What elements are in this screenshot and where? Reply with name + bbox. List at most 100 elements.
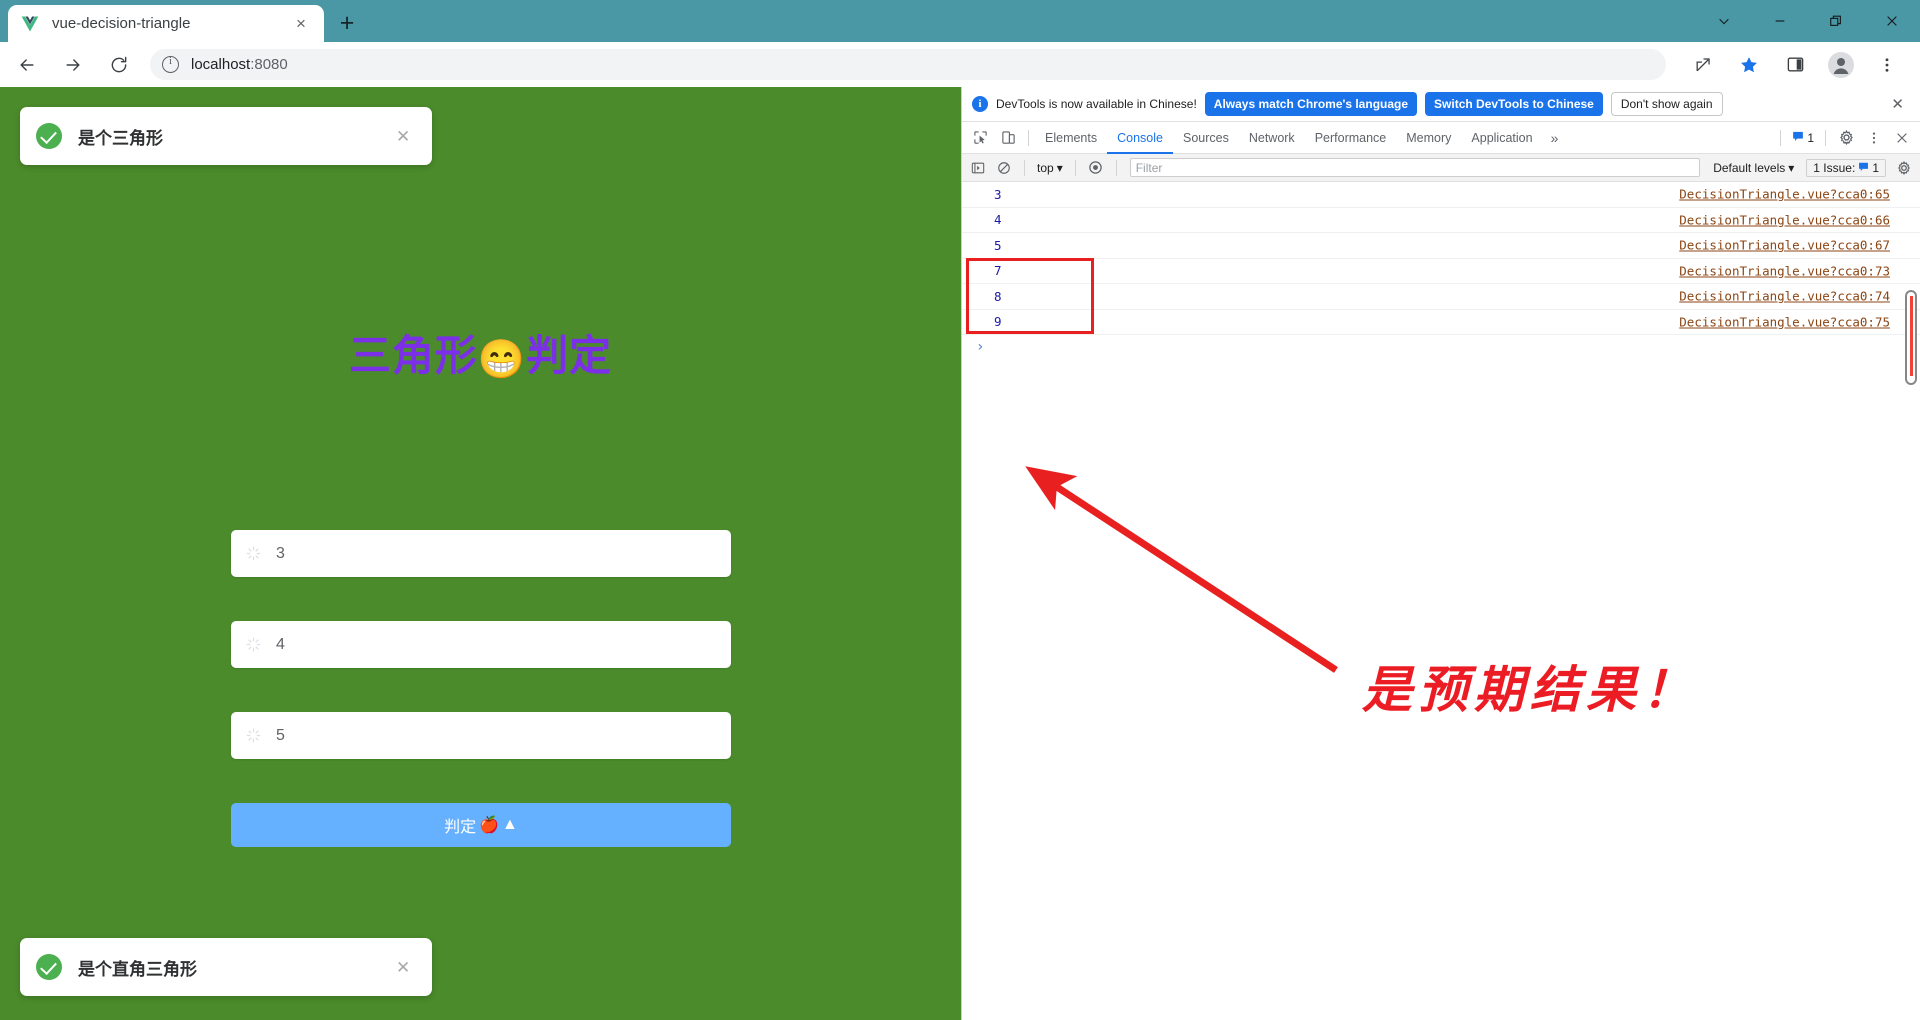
close-devtools-icon[interactable] xyxy=(1889,125,1915,151)
toast-message: 是个直角三角形 xyxy=(78,959,197,979)
side-c-value: 5 xyxy=(276,726,285,744)
judge-button-label: 判定 xyxy=(444,819,477,836)
always-match-language-button[interactable]: Always match Chrome's language xyxy=(1204,92,1418,116)
forward-icon[interactable] xyxy=(56,48,90,82)
side-panel-icon[interactable] xyxy=(1778,48,1812,82)
console-message-count-chip[interactable]: 1 xyxy=(1787,128,1819,147)
console-input-prompt[interactable]: › xyxy=(962,335,1920,359)
page-title-part1: 三角形 xyxy=(348,332,478,379)
device-toolbar-icon[interactable] xyxy=(995,125,1021,151)
context-label: top xyxy=(1037,160,1054,175)
toast-close-icon[interactable]: ✕ xyxy=(396,128,416,145)
more-vertical-icon[interactable] xyxy=(1861,125,1887,151)
console-settings-gear-icon[interactable] xyxy=(1892,156,1916,180)
console-row[interactable]: 3 DecisionTriangle.vue?cca0:65 xyxy=(962,182,1920,208)
spinner-icon xyxy=(245,636,262,653)
chevron-down-icon: ▾ xyxy=(1056,160,1063,175)
console-value: 8 xyxy=(994,288,1002,304)
address-bar[interactable]: localhost:8080 xyxy=(150,49,1666,80)
tab-strip: vue-decision-triangle × + xyxy=(0,0,1920,42)
devtools-panel: i DevTools is now available in Chinese! … xyxy=(961,87,1920,1020)
tab-console[interactable]: Console xyxy=(1107,122,1173,154)
address-text: localhost:8080 xyxy=(191,56,288,73)
devtools-tab-bar: Elements Console Sources Network Perform… xyxy=(962,122,1920,154)
tab-close-icon[interactable]: × xyxy=(290,13,312,35)
side-c-input[interactable]: 5 xyxy=(231,712,731,759)
page-title: 三角形😁判定 xyxy=(0,322,961,383)
side-b-input[interactable]: 4 xyxy=(231,621,731,668)
log-level-selector[interactable]: Default levels ▾ xyxy=(1707,161,1800,175)
browser-window: vue-decision-triangle × + i localhost:80… xyxy=(0,0,1920,1020)
spinner-icon xyxy=(245,545,262,562)
back-icon[interactable] xyxy=(10,48,44,82)
divider xyxy=(1115,159,1117,176)
restore-icon[interactable] xyxy=(1808,0,1864,42)
close-window-icon[interactable] xyxy=(1864,0,1920,42)
inspect-element-icon[interactable] xyxy=(967,125,993,151)
console-source-link[interactable]: DecisionTriangle.vue?cca0:75 xyxy=(1679,314,1890,329)
console-source-link[interactable]: DecisionTriangle.vue?cca0:67 xyxy=(1679,238,1890,253)
switch-devtools-language-button[interactable]: Switch DevTools to Chinese xyxy=(1425,92,1603,116)
apple-emoji-icon: 🍎 xyxy=(479,817,500,834)
console-toolbar: top ▾ Filter Default levels ▾ 1 Issue: 1 xyxy=(962,154,1920,182)
bookmark-star-icon[interactable] xyxy=(1732,48,1766,82)
tab-performance[interactable]: Performance xyxy=(1305,122,1397,154)
console-source-link[interactable]: DecisionTriangle.vue?cca0:73 xyxy=(1679,263,1890,278)
share-icon[interactable] xyxy=(1686,48,1720,82)
new-tab-button[interactable]: + xyxy=(332,8,362,38)
vue-logo-icon xyxy=(20,14,40,34)
message-count: 1 xyxy=(1807,130,1814,145)
console-log-list: 3 DecisionTriangle.vue?cca0:65 4 Decisio… xyxy=(962,182,1920,718)
more-tabs-icon[interactable]: » xyxy=(1543,130,1567,146)
toast-notification-bottom: 是个直角三角形 ✕ xyxy=(20,938,432,996)
console-context-selector[interactable]: top ▾ xyxy=(1033,161,1067,175)
minimize-icon[interactable] xyxy=(1752,0,1808,42)
banner-close-icon[interactable]: ✕ xyxy=(1885,97,1910,112)
toast-notification-top: 是个三角形 ✕ xyxy=(20,107,432,165)
live-expression-icon[interactable] xyxy=(1084,156,1108,180)
console-value: 4 xyxy=(994,212,1002,228)
show-console-sidebar-icon[interactable] xyxy=(966,156,990,180)
console-filter-input[interactable]: Filter xyxy=(1129,158,1701,177)
tab-search-chevron-icon[interactable] xyxy=(1696,0,1752,42)
success-check-icon xyxy=(36,954,62,980)
profile-avatar-icon[interactable] xyxy=(1824,48,1858,82)
judge-button[interactable]: 判定 🍎 ▲ xyxy=(231,803,731,847)
browser-tab[interactable]: vue-decision-triangle × xyxy=(8,5,324,42)
side-a-value: 3 xyxy=(276,544,285,562)
tab-elements[interactable]: Elements xyxy=(1035,122,1107,154)
console-row[interactable]: 9 DecisionTriangle.vue?cca0:75 xyxy=(962,310,1920,335)
divider xyxy=(1028,129,1029,146)
console-source-link[interactable]: DecisionTriangle.vue?cca0:65 xyxy=(1679,187,1890,202)
toast-close-icon[interactable]: ✕ xyxy=(396,959,416,976)
console-source-link[interactable]: DecisionTriangle.vue?cca0:66 xyxy=(1679,212,1890,227)
gear-icon[interactable] xyxy=(1833,125,1859,151)
console-source-link[interactable]: DecisionTriangle.vue?cca0:74 xyxy=(1679,289,1890,304)
chrome-menu-icon[interactable] xyxy=(1870,48,1904,82)
issues-button[interactable]: 1 Issue: 1 xyxy=(1806,158,1886,177)
console-value: 9 xyxy=(994,314,1002,330)
site-info-icon[interactable] xyxy=(162,55,179,73)
console-row[interactable]: 8 DecisionTriangle.vue?cca0:74 xyxy=(962,284,1920,310)
console-row[interactable]: 5 DecisionTriangle.vue?cca0:67 xyxy=(962,233,1920,259)
clear-console-icon[interactable] xyxy=(992,156,1016,180)
tab-title: vue-decision-triangle xyxy=(52,15,191,32)
toast-message: 是个三角形 xyxy=(78,128,163,148)
console-scrollbar[interactable] xyxy=(1905,290,1917,385)
info-icon: i xyxy=(972,96,988,112)
window-controls xyxy=(1696,0,1920,42)
tab-network[interactable]: Network xyxy=(1239,122,1305,154)
devtools-language-banner: i DevTools is now available in Chinese! … xyxy=(962,87,1920,122)
annotation-text: 是预期结果！ xyxy=(1362,662,1698,718)
tab-application[interactable]: Application xyxy=(1461,122,1542,154)
tab-sources[interactable]: Sources xyxy=(1173,122,1239,154)
tab-memory[interactable]: Memory xyxy=(1396,122,1461,154)
dont-show-again-button[interactable]: Don't show again xyxy=(1610,92,1723,116)
filter-placeholder: Filter xyxy=(1135,160,1163,175)
console-row[interactable]: 7 DecisionTriangle.vue?cca0:73 xyxy=(962,259,1920,284)
console-row[interactable]: 4 DecisionTriangle.vue?cca0:66 xyxy=(962,208,1920,233)
issues-count: 1 xyxy=(1872,160,1879,175)
divider xyxy=(1825,129,1826,146)
reload-icon[interactable] xyxy=(102,48,136,82)
side-a-input[interactable]: 3 xyxy=(231,530,731,577)
